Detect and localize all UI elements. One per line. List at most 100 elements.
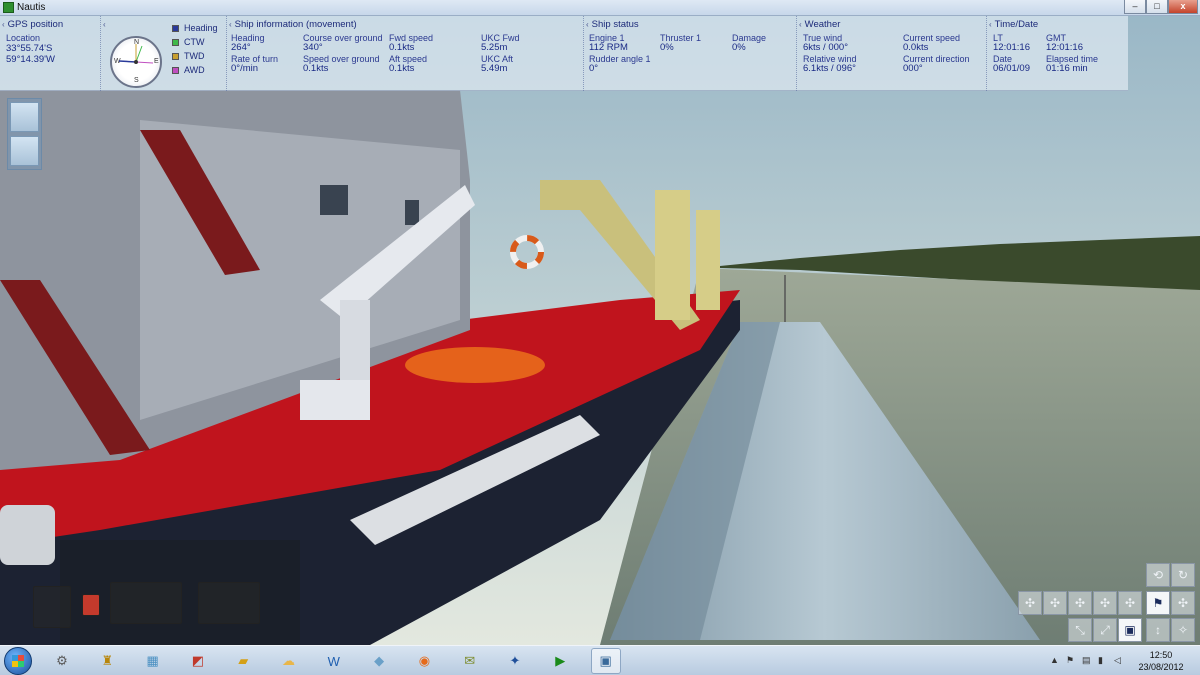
taskbar-folder-icon[interactable]: ▰ (228, 648, 258, 674)
current-direction-value: 000° (903, 63, 923, 74)
taskbar-word-icon[interactable]: W (319, 648, 349, 674)
tray-volume-icon[interactable]: ◁ (1114, 655, 1121, 666)
weather-section: ‹ Weather True wind 6kts / 000° Relative … (796, 16, 986, 91)
windows-taskbar: ⚙ ♜ ▦ ◩ ▰ ☁ W ◆ ◉ ✉ ✦ ▶ ▣ ▲ ⚑ ▤ ▮ ◁ 12:50 23/08/2012 (0, 645, 1200, 675)
chevron-left-icon: ‹ (989, 20, 992, 29)
tilt-icon[interactable]: ↕ (1146, 618, 1170, 642)
true-wind-value: 6kts / 000° (803, 42, 848, 53)
legend-label: TWD (184, 51, 205, 61)
chevron-left-icon: ‹ (586, 20, 589, 29)
legend-label: AWD (184, 65, 205, 75)
damage-value: 0% (732, 42, 746, 53)
tray-flag-icon[interactable]: ⚑ (1066, 655, 1074, 666)
tray-signal-icon[interactable]: ▮ (1098, 655, 1103, 666)
light-icon[interactable]: ✧ (1171, 618, 1195, 642)
ship-status-section: ‹ Ship status Engine 1 112 RPM Rudder ang… (583, 16, 796, 91)
heading-value: 264° (231, 42, 251, 53)
view-bridge-icon[interactable]: ⚑ (1146, 591, 1170, 615)
rate-of-turn-value: 0°/min (231, 63, 259, 74)
taskbar-chart-icon[interactable]: ◩ (183, 648, 213, 674)
camera-reset-icon[interactable]: ↻ (1171, 563, 1195, 587)
lifeboat (405, 347, 545, 383)
legend-swatch (172, 25, 179, 32)
sog-value: 0.1kts (303, 63, 329, 74)
ukc-fwd-value: 5.25m (481, 42, 508, 53)
legend-swatch (172, 39, 179, 46)
ship-info-panel: ‹ GPS position Location 33°55.74'S 59°14.… (0, 16, 1128, 91)
view-2-icon[interactable]: ✣ (1043, 591, 1067, 615)
simulation-3d-view[interactable] (0, 0, 1200, 645)
taskbar-settings-icon[interactable]: ⚙ (47, 648, 77, 674)
camera-rotate-icon[interactable]: ⟲ (1146, 563, 1170, 587)
weather-header[interactable]: ‹ Weather (799, 19, 840, 30)
view-3-icon[interactable]: ✣ (1068, 591, 1092, 615)
pan-icon[interactable]: ⤢ (1093, 618, 1117, 642)
legend-twd: TWD (172, 51, 205, 61)
compass-collapse[interactable]: ‹ (103, 19, 109, 30)
maximize-button[interactable]: □ (1146, 0, 1168, 14)
ship-movement-title: Ship information (movement) (234, 19, 357, 30)
taskbar-nautis-icon[interactable]: ▣ (590, 648, 621, 674)
camera-thumbnails (7, 98, 42, 170)
taskbar-thunderbird-icon[interactable]: ✦ (500, 648, 530, 674)
tray-arrow-icon[interactable]: ▲ (1050, 655, 1059, 665)
camera-icon[interactable]: ▣ (1118, 618, 1142, 642)
date-value: 06/01/09 (993, 63, 1030, 74)
view-1-icon[interactable]: ✣ (1018, 591, 1042, 615)
gps-section-title: GPS position (7, 19, 64, 30)
taskbar-game-icon[interactable]: ♜ (92, 648, 122, 674)
camera-thumbnail-2[interactable] (10, 136, 39, 166)
taskbar-weather-icon[interactable]: ☁ (274, 648, 304, 674)
taskbar-player-icon[interactable]: ▶ (545, 648, 575, 674)
legend-ctw: CTW (172, 37, 205, 47)
chevron-left-icon: ‹ (229, 20, 232, 29)
minimize-button[interactable]: – (1124, 0, 1146, 14)
chevron-left-icon: ‹ (103, 20, 106, 29)
relative-wind-value: 6.1kts / 096° (803, 63, 856, 74)
gmt-value: 12:01:16 (1046, 42, 1083, 53)
cog-value: 340° (303, 42, 323, 53)
longitude-value: 59°14.39'W (6, 54, 55, 65)
rudder-indicator-gauge[interactable] (110, 582, 182, 624)
time-header[interactable]: ‹ Time/Date (989, 19, 1038, 30)
tray-network-icon[interactable]: ▤ (1082, 655, 1091, 666)
legend-swatch (172, 67, 179, 74)
thruster-control-gauge[interactable] (198, 582, 260, 624)
fwd-speed-value: 0.1kts (389, 42, 415, 53)
start-button[interactable] (4, 647, 32, 675)
chevron-left-icon: ‹ (2, 20, 5, 29)
gps-section: ‹ GPS position Location 33°55.74'S 59°14.… (0, 16, 100, 91)
taskbar-chat-icon[interactable]: ✉ (455, 648, 485, 674)
current-speed-value: 0.0kts (903, 42, 929, 53)
chevron-left-icon: ‹ (799, 20, 802, 29)
rudder-value: 0° (589, 63, 599, 74)
view-5-icon[interactable]: ✣ (1118, 591, 1142, 615)
zoom-icon[interactable]: ⤡ (1068, 618, 1092, 642)
elapsed-value: 01:16 min (1046, 63, 1088, 74)
gps-section-header[interactable]: ‹ GPS position (2, 19, 63, 30)
close-button[interactable]: x (1168, 0, 1198, 14)
latitude-value: 33°55.74'S (6, 43, 53, 54)
location-label: Location (6, 33, 41, 43)
system-clock[interactable]: 12:50 23/08/2012 (1130, 649, 1192, 673)
camera-thumbnail-1[interactable] (10, 102, 39, 132)
taskbar-media-icon[interactable]: ◆ (364, 648, 394, 674)
ship-status-header[interactable]: ‹ Ship status (586, 19, 639, 30)
ship-movement-header[interactable]: ‹ Ship information (movement) (229, 19, 357, 30)
legend-label: Heading (184, 23, 218, 33)
view-7-icon[interactable]: ✣ (1171, 591, 1195, 615)
taskbar-calculator-icon[interactable]: ▦ (138, 648, 168, 674)
clock-time: 12:50 (1149, 650, 1173, 660)
aft-speed-value: 0.1kts (389, 63, 415, 74)
compass-icon: N E S W (110, 36, 162, 88)
compass-needles (118, 44, 154, 64)
taskbar-firefox-icon[interactable]: ◉ (409, 648, 439, 674)
alarm-indicator[interactable] (82, 594, 100, 616)
engine-telegraph-gauge[interactable] (33, 586, 71, 628)
time-section: ‹ Time/Date LT 12:01:16 Date 06/01/09 GMT… (986, 16, 1128, 91)
window-title: Nautis (17, 2, 46, 13)
view-4-icon[interactable]: ✣ (1093, 591, 1117, 615)
window-titlebar: Nautis – □ x (0, 0, 1200, 16)
legend-swatch (172, 53, 179, 60)
time-title: Time/Date (994, 19, 1039, 30)
